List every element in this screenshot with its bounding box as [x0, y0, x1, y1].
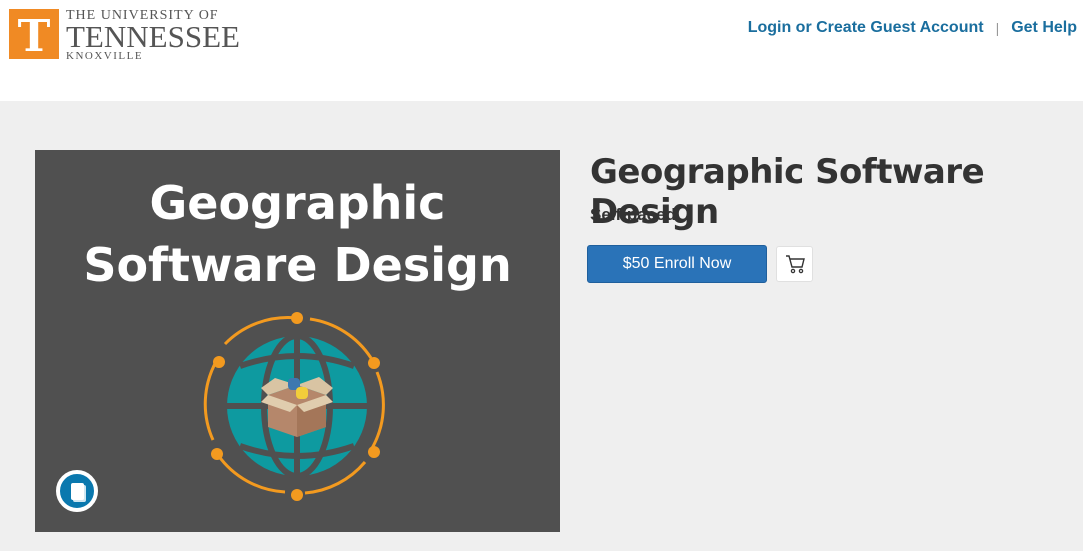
enroll-button[interactable]: $50 Enroll Now — [587, 245, 767, 283]
globe-icon — [203, 312, 385, 501]
nav-separator: | — [995, 20, 1000, 36]
add-to-cart-button[interactable] — [776, 246, 813, 282]
top-nav: Login or Create Guest Account | Get Help — [748, 19, 1077, 37]
course-image: Geographic Software Design — [35, 150, 560, 532]
logo-line2: TENNESSEE — [66, 19, 240, 54]
logo-mark: T — [9, 9, 59, 62]
get-help-link[interactable]: Get Help — [1011, 19, 1077, 37]
university-logo[interactable]: T THE UNIVERSITY OF TENNESSEE KNOXVILLE — [9, 9, 240, 62]
course-type-badge — [56, 470, 98, 512]
header: T THE UNIVERSITY OF TENNESSEE KNOXVILLE … — [0, 0, 1083, 101]
cart-icon — [785, 255, 805, 274]
login-link[interactable]: Login or Create Guest Account — [748, 19, 984, 37]
book-icon — [70, 482, 84, 500]
course-pace: Self-paced — [590, 205, 676, 224]
